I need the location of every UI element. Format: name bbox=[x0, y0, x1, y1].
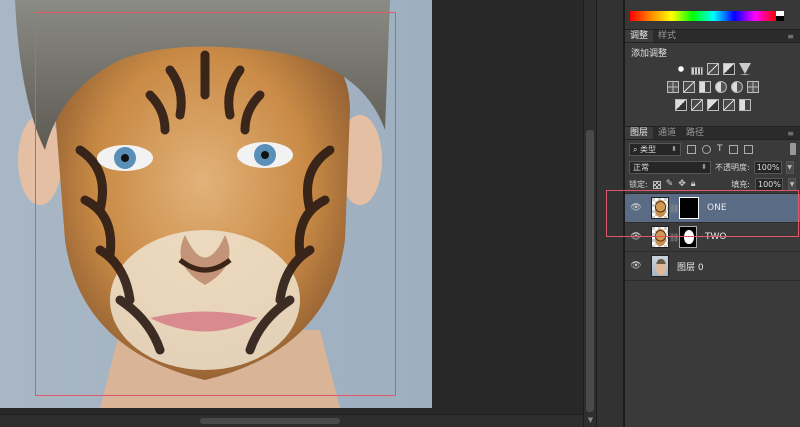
smart-object-filter-icon[interactable] bbox=[743, 144, 753, 154]
fill-label: 填充: bbox=[731, 180, 750, 189]
blend-row: 正常 ⬍ 不透明度: 100% ▼ bbox=[625, 158, 800, 176]
pixel-filter-icon[interactable] bbox=[687, 144, 696, 154]
blend-mode-select[interactable]: 正常 ⬍ bbox=[629, 160, 711, 174]
panel-dock-strip bbox=[596, 0, 624, 427]
opacity-label: 不透明度: bbox=[715, 162, 750, 172]
layers-tabbar: 图层 通道 路径 ≡ bbox=[625, 127, 800, 140]
scroll-down-icon[interactable]: ▼ bbox=[586, 416, 595, 425]
adjustment-row-3 bbox=[631, 99, 794, 111]
curves-icon[interactable] bbox=[706, 63, 719, 75]
shape-filter-icon[interactable] bbox=[728, 144, 738, 154]
adjustment-filter-icon[interactable] bbox=[702, 144, 711, 154]
horizontal-scrollbar[interactable] bbox=[0, 414, 583, 427]
posterize-icon[interactable] bbox=[690, 99, 703, 111]
layer-filter-select[interactable]: ⌕ 类型 ⬍ bbox=[629, 142, 681, 156]
lock-transparency-icon[interactable] bbox=[652, 180, 661, 189]
layer-thumbnail[interactable] bbox=[651, 226, 669, 248]
blend-mode-value: 正常 bbox=[633, 162, 649, 172]
hue-saturation-icon[interactable] bbox=[666, 81, 679, 93]
layer-filter-bar: ⌕ 类型 ⬍ T bbox=[625, 140, 800, 158]
brightness-icon[interactable] bbox=[674, 63, 687, 75]
adjustment-row-1 bbox=[631, 63, 794, 75]
tab-layers[interactable]: 图层 bbox=[625, 127, 654, 139]
layer-row-two[interactable]: 👁︎ ⛓︎ TWO bbox=[625, 223, 800, 252]
link-chain-icon[interactable]: ⛓︎ bbox=[669, 233, 679, 242]
chevron-down-icon: ⬍ bbox=[671, 144, 677, 153]
layer-name[interactable]: TWO bbox=[705, 232, 726, 242]
threshold-icon[interactable] bbox=[706, 99, 719, 111]
lock-label: 锁定: bbox=[629, 180, 648, 189]
tab-paths[interactable]: 路径 bbox=[681, 127, 709, 139]
exposure-icon[interactable] bbox=[722, 63, 735, 75]
photoshop-window: ▼ 调整 样式 ≡ 添加调整 图层 通道 路径 ≡ ⌕ 类型 ⬍ T 正常 ⬍ … bbox=[0, 0, 800, 427]
adjustment-row-2 bbox=[631, 81, 794, 93]
layer-row-one[interactable]: 👁︎ ⛓︎ ONE bbox=[625, 194, 800, 223]
vibrance-icon[interactable] bbox=[738, 63, 751, 75]
color-spectrum[interactable] bbox=[630, 11, 784, 21]
lock-all-icon[interactable]: 🔒︎ bbox=[691, 180, 696, 189]
layer-row-background[interactable]: 👁︎ 图层 0 bbox=[625, 252, 800, 281]
levels-icon[interactable] bbox=[690, 67, 703, 75]
black-white-icon[interactable] bbox=[698, 81, 711, 93]
color-panel bbox=[625, 0, 800, 30]
visibility-eye-icon[interactable]: 👁︎ bbox=[625, 203, 647, 213]
layer-name[interactable]: 图层 0 bbox=[677, 260, 704, 273]
layers-panel: ⌕ 类型 ⬍ T 正常 ⬍ 不透明度: 100% ▼ 锁定: ✎ ✥ 🔒︎ 填充… bbox=[625, 140, 800, 427]
layer-name[interactable]: ONE bbox=[707, 203, 727, 213]
horizontal-scroll-thumb[interactable] bbox=[200, 418, 340, 424]
adjustments-title: 添加调整 bbox=[631, 49, 668, 59]
type-filter-icon[interactable]: T bbox=[717, 144, 723, 154]
channel-mixer-icon[interactable] bbox=[730, 81, 743, 93]
black-white-swatch[interactable] bbox=[776, 11, 784, 21]
invert-icon[interactable] bbox=[674, 99, 687, 111]
layers-menu-icon[interactable]: ≡ bbox=[787, 127, 800, 139]
chevron-down-icon: ⬍ bbox=[701, 162, 707, 171]
adjustments-panel: 添加调整 bbox=[625, 43, 800, 127]
lock-row: 锁定: ✎ ✥ 🔒︎ 填充: 100% ▼ bbox=[625, 176, 800, 194]
tab-channels[interactable]: 通道 bbox=[653, 127, 681, 139]
vertical-scrollbar[interactable]: ▼ bbox=[583, 0, 596, 427]
visibility-eye-icon[interactable]: 👁︎ bbox=[625, 232, 647, 242]
photo-filter-icon[interactable] bbox=[714, 81, 727, 93]
opacity-field[interactable]: 100% bbox=[753, 160, 782, 174]
right-panels: 调整 样式 ≡ 添加调整 图层 通道 路径 ≡ ⌕ 类型 ⬍ T 正常 ⬍ 不透… bbox=[624, 0, 800, 427]
opacity-dropdown-icon[interactable]: ▼ bbox=[785, 160, 794, 174]
fill-field[interactable]: 100% bbox=[755, 178, 783, 191]
tab-adjustments[interactable]: 调整 bbox=[625, 30, 654, 42]
color-lookup-icon[interactable] bbox=[746, 81, 759, 93]
link-chain-icon[interactable]: ⛓︎ bbox=[669, 204, 679, 213]
vertical-scroll-thumb[interactable] bbox=[586, 130, 594, 412]
adjust-tabbar: 调整 样式 ≡ bbox=[625, 30, 800, 43]
canvas-workspace[interactable]: ▼ bbox=[0, 0, 596, 427]
search-icon: ⌕ bbox=[633, 144, 638, 154]
selection-marquee bbox=[35, 12, 396, 396]
layer-thumbnail[interactable] bbox=[651, 255, 669, 277]
layer-thumbnail[interactable] bbox=[651, 197, 669, 219]
fill-dropdown-icon[interactable]: ▼ bbox=[788, 178, 796, 191]
color-balance-icon[interactable] bbox=[682, 81, 695, 93]
layer-filter-value: 类型 bbox=[640, 144, 657, 154]
tab-styles[interactable]: 样式 bbox=[653, 30, 681, 42]
lock-brush-icon[interactable]: ✎ bbox=[666, 180, 674, 189]
lock-move-icon[interactable]: ✥ bbox=[678, 180, 686, 189]
selective-color-icon[interactable] bbox=[738, 99, 751, 111]
panel-menu-icon[interactable]: ≡ bbox=[787, 30, 800, 42]
layer-mask-thumbnail[interactable] bbox=[679, 197, 699, 219]
filter-toggle[interactable] bbox=[790, 143, 796, 155]
visibility-eye-icon[interactable]: 👁︎ bbox=[625, 261, 647, 271]
layer-mask-thumbnail[interactable] bbox=[679, 226, 697, 248]
gradient-map-icon[interactable] bbox=[722, 99, 735, 111]
